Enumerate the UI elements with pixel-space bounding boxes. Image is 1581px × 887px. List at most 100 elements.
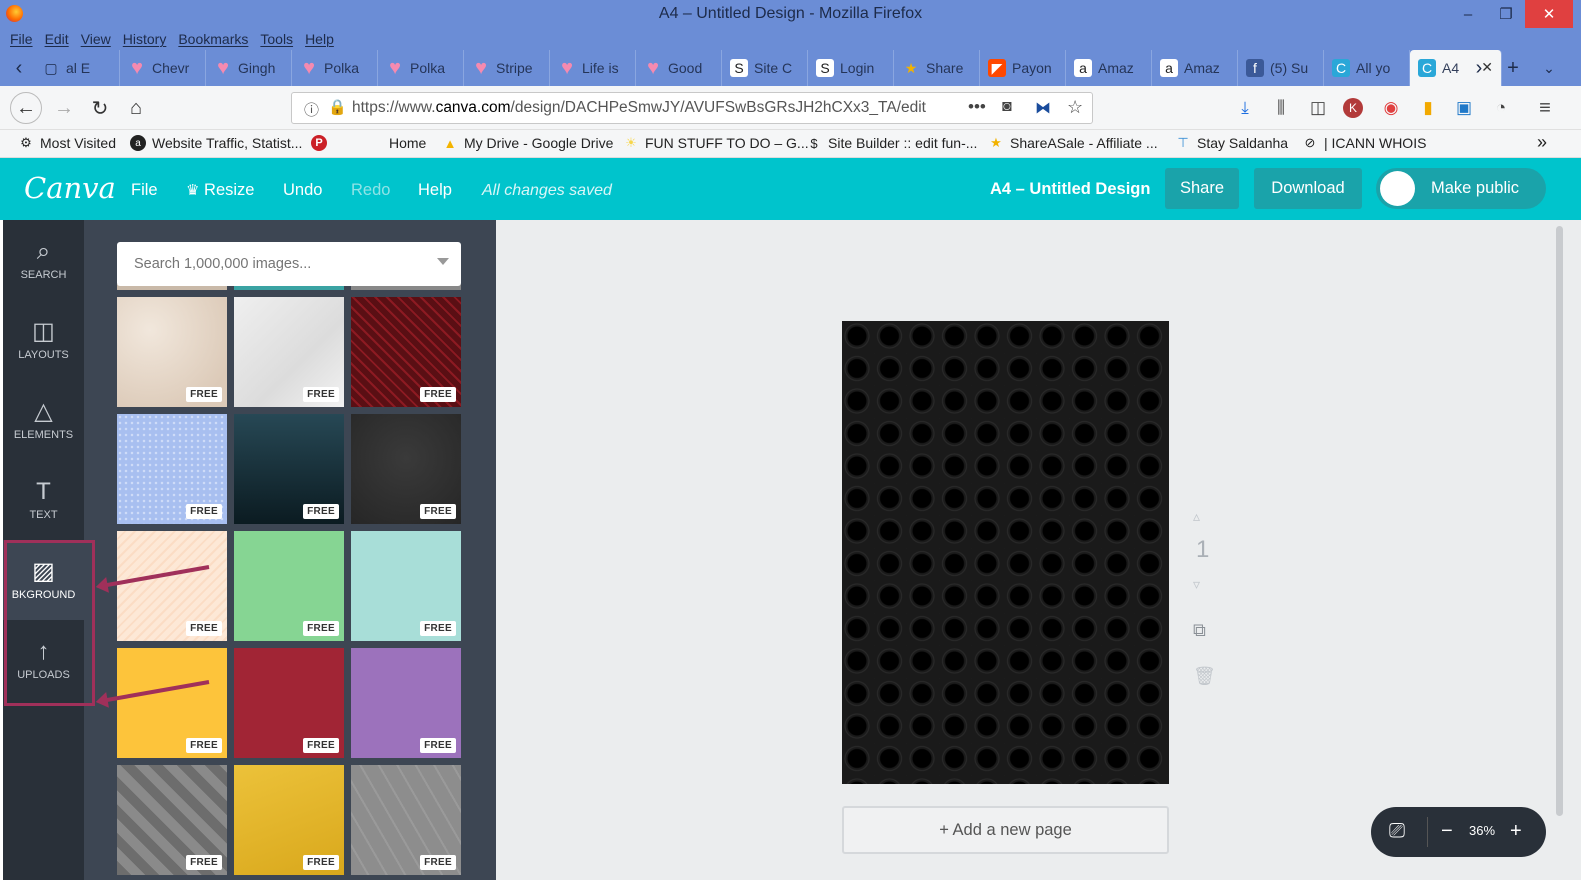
tab[interactable]: ♥ Life is — [550, 50, 636, 86]
bookmark-google-drive[interactable]: ▲ My Drive - Google Drive — [442, 135, 614, 151]
menu-file[interactable]: File — [10, 31, 33, 47]
tab[interactable]: ♥ Stripe — [464, 50, 550, 86]
download-button[interactable]: Download — [1254, 168, 1362, 209]
move-up-icon[interactable]: ▵ — [1193, 508, 1200, 525]
background-thumb-mint-green[interactable]: FREE — [234, 531, 344, 641]
screenshot-icon[interactable]: ◉ — [1379, 96, 1403, 120]
background-thumb-yellow-crack[interactable]: FREE — [234, 765, 344, 875]
workspace-scrollbar[interactable] — [1556, 226, 1563, 816]
bookmark-icann-whois[interactable]: ⊘ | ICANN WHOIS — [1302, 135, 1427, 151]
undo-button[interactable]: Undo — [283, 181, 322, 200]
pocket-icon[interactable]: ◙ — [1002, 98, 1012, 116]
new-tab-icon[interactable]: + — [1496, 50, 1530, 86]
design-title[interactable]: A4 – Untitled Design — [990, 180, 1150, 199]
bookmark-shareasale[interactable]: ★ ShareASale - Affiliate ... — [988, 135, 1157, 151]
close-window-button[interactable]: ✕ — [1525, 0, 1573, 28]
rail-layouts[interactable]: ◫ LAYOUTS — [3, 300, 84, 380]
design-page[interactable] — [842, 321, 1169, 784]
bookmark-star-icon[interactable]: ☆ — [1067, 97, 1083, 118]
s-extension-icon[interactable]: ▣ — [1452, 96, 1476, 120]
background-thumb-peach-stripes[interactable]: FREE — [117, 531, 227, 641]
background-thumb-crimson[interactable]: FREE — [234, 648, 344, 758]
add-page-button[interactable]: + Add a new page — [842, 806, 1169, 854]
redo-button[interactable]: Redo — [351, 181, 390, 200]
tab[interactable]: ♥ Gingh — [206, 50, 292, 86]
background-thumb-dark-teal-gradient[interactable]: FREE — [234, 414, 344, 524]
menu-view[interactable]: View — [81, 31, 111, 47]
minimize-button[interactable]: – — [1449, 0, 1487, 28]
background-thumb-blue-dots[interactable]: FREE — [117, 414, 227, 524]
tab-scroll-left-icon[interactable]: ‹ — [2, 50, 36, 86]
canva-logo[interactable]: Canva — [24, 171, 116, 205]
menu-edit[interactable]: Edit — [45, 31, 69, 47]
background-thumb-yellow[interactable]: FREE — [117, 648, 227, 758]
background-thumb-grey-zigzag[interactable]: FREE — [117, 765, 227, 875]
chevron-down-icon[interactable] — [437, 258, 449, 265]
extension-icon[interactable]: ⧓ — [1035, 98, 1051, 118]
image-search[interactable] — [117, 242, 461, 286]
k-extension-icon[interactable]: K — [1343, 98, 1363, 118]
bookmark-stay-saldanha[interactable]: ⊤ Stay Saldanha — [1175, 135, 1288, 151]
page-actions-icon[interactable]: ••• — [968, 97, 986, 117]
rail-text[interactable]: T TEXT — [3, 460, 84, 540]
tab[interactable]: ♥ Polka — [292, 50, 378, 86]
hamburger-menu-icon[interactable]: ≡ — [1533, 96, 1557, 120]
file-menu[interactable]: File — [131, 181, 158, 200]
menu-history[interactable]: History — [123, 31, 167, 47]
background-thumb-grey-hexagon[interactable]: FREE — [351, 765, 461, 875]
account-icon[interactable]: ◔ — [1489, 96, 1513, 120]
duplicate-page-icon[interactable]: ⧉ — [1193, 620, 1206, 641]
tab-list-icon[interactable]: ⌄ — [1532, 50, 1566, 86]
bookmark-pinterest[interactable]: P — [311, 135, 333, 151]
tab[interactable]: ♥ Polka — [378, 50, 464, 86]
tab[interactable]: ★ Share — [894, 50, 980, 86]
restore-button[interactable]: ❐ — [1487, 0, 1525, 28]
bookmark-home[interactable]: Home — [389, 135, 426, 151]
reload-icon[interactable]: ↻ — [84, 92, 116, 124]
search-input[interactable] — [134, 256, 424, 272]
stats-icon[interactable]: ▮ — [1416, 96, 1440, 120]
tab[interactable]: ▢ al E — [34, 50, 120, 86]
background-thumb-aqua[interactable]: FREE — [351, 531, 461, 641]
rail-elements[interactable]: △ ELEMENTS — [3, 380, 84, 460]
tab[interactable]: a Amaz — [1152, 50, 1238, 86]
zoom-in-icon[interactable]: + — [1510, 820, 1522, 843]
tab[interactable]: ♥ Chevr — [120, 50, 206, 86]
bookmark-most-visited[interactable]: ⚙ Most Visited — [18, 135, 116, 151]
home-icon[interactable]: ⌂ — [120, 92, 152, 124]
background-thumb-purple[interactable]: FREE — [351, 648, 461, 758]
tab[interactable]: f (5) Su — [1238, 50, 1324, 86]
resize-button[interactable]: ♛ Resize — [186, 181, 254, 200]
help-button[interactable]: Help — [418, 181, 452, 200]
tab-scroll-right-icon[interactable]: › — [1462, 50, 1496, 86]
rail-search[interactable]: ⌕ SEARCH — [3, 220, 84, 300]
move-down-icon[interactable]: ▿ — [1193, 576, 1200, 593]
tab[interactable]: ♥ Good — [636, 50, 722, 86]
tab[interactable]: a Amaz — [1066, 50, 1152, 86]
menu-bookmarks[interactable]: Bookmarks — [178, 31, 248, 47]
download-icon[interactable]: ⤓ — [1233, 96, 1257, 120]
delete-page-icon[interactable]: 🗑 — [1193, 666, 1216, 687]
bookmark-site-builder[interactable]: $ Site Builder :: edit fun-... — [806, 135, 977, 151]
forward-icon[interactable]: → — [48, 92, 80, 124]
library-icon[interactable]: ⫼ — [1269, 96, 1293, 120]
background-thumb-red-chevron[interactable]: FREE — [351, 297, 461, 407]
make-public-toggle[interactable]: Make public — [1376, 168, 1546, 209]
background-thumb-beige-texture[interactable]: FREE — [117, 297, 227, 407]
background-thumb-white-marble[interactable]: FREE — [234, 297, 344, 407]
tab[interactable]: S Site C — [722, 50, 808, 86]
background-thumb-dark-grey[interactable]: FREE — [351, 414, 461, 524]
tab[interactable]: C All yo — [1324, 50, 1410, 86]
menu-tools[interactable]: Tools — [260, 31, 293, 47]
url-bar[interactable]: ⓘ 🔒 https://www.canva.com/design/DACHPeS… — [291, 92, 1093, 124]
bookmark-fun-stuff[interactable]: ☀ FUN STUFF TO DO – G... — [623, 135, 808, 151]
info-icon[interactable]: ⓘ — [304, 99, 319, 120]
tab[interactable]: S Login — [808, 50, 894, 86]
share-button[interactable]: Share — [1165, 168, 1239, 209]
zoom-out-icon[interactable]: − — [1441, 820, 1453, 843]
tab[interactable]: ◤ Payon — [980, 50, 1066, 86]
menu-help[interactable]: Help — [305, 31, 334, 47]
back-icon[interactable]: ← — [10, 92, 42, 124]
bookmark-website-traffic[interactable]: a Website Traffic, Statist... — [130, 135, 302, 151]
present-icon[interactable]: ⎚ — [1389, 820, 1405, 843]
